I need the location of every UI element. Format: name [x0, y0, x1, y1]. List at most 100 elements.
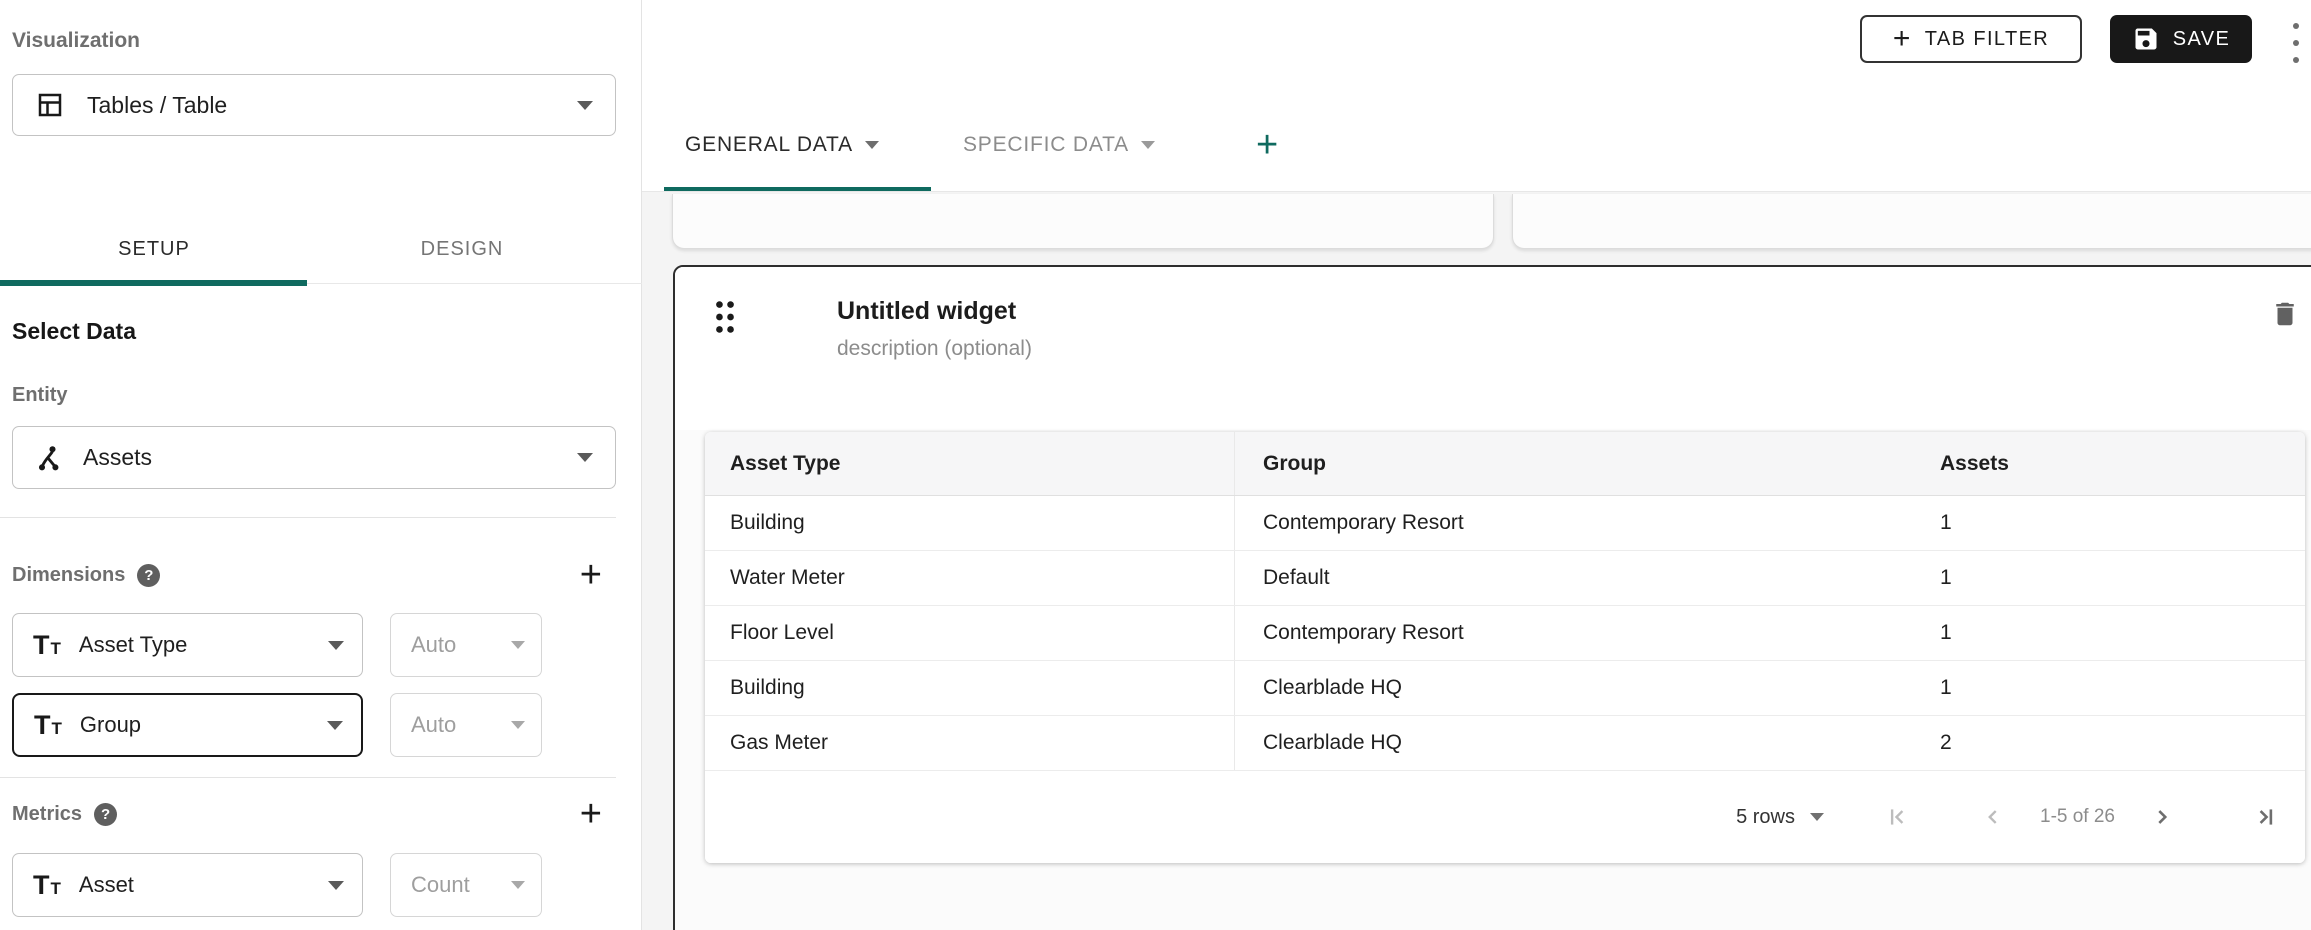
dimension-field-value: Group	[80, 712, 141, 738]
table-header-row: Asset Type Group Assets	[705, 432, 2305, 496]
tab-label: SPECIFIC DATA	[963, 133, 1129, 157]
metric-row: TT Asset Count	[12, 853, 616, 919]
chevron-down-icon	[1141, 141, 1155, 149]
entity-select[interactable]: Assets	[12, 426, 616, 489]
tab-filter-button[interactable]: + TAB FILTER	[1860, 15, 2082, 63]
table-cell: Gas Meter	[705, 716, 1235, 770]
widget-description-input[interactable]: description (optional)	[837, 337, 1032, 361]
dimension-field-value: Asset Type	[79, 632, 187, 658]
divider	[0, 777, 616, 778]
table-cell: Floor Level	[705, 606, 1235, 660]
last-page-button[interactable]	[2253, 804, 2279, 830]
table-cell: Clearblade HQ	[1235, 716, 1912, 770]
entity-label: Entity	[12, 384, 68, 407]
metric-field-select[interactable]: TT Asset	[12, 853, 363, 917]
add-dimension-button[interactable]: +	[580, 561, 616, 589]
tab-general-data[interactable]: GENERAL DATA	[685, 133, 879, 157]
plus-icon: +	[1893, 29, 1912, 49]
save-button[interactable]: SAVE	[2110, 15, 2252, 63]
text-type-icon: TT	[34, 712, 62, 739]
table-cell: 1	[1912, 551, 2305, 605]
bucket-value: Auto	[411, 712, 456, 738]
dimension-field-select[interactable]: TT Group	[12, 693, 363, 757]
chevron-down-icon	[511, 721, 525, 729]
tab-filter-label: TAB FILTER	[1925, 28, 2049, 51]
entity-value: Assets	[83, 444, 152, 471]
sidebar-tabs: SETUP DESIGN	[0, 214, 642, 284]
assets-graph-icon	[35, 444, 63, 472]
dimensions-label: Dimensions	[12, 564, 125, 587]
table-row: Building Clearblade HQ 1	[705, 661, 2305, 716]
column-header: Group	[1235, 432, 1912, 495]
metrics-label: Metrics	[12, 803, 82, 826]
widget-header: Untitled widget description (optional)	[675, 267, 2311, 430]
next-page-button[interactable]	[2149, 804, 2175, 830]
bucket-value: Auto	[411, 632, 456, 658]
dimension-bucket-select[interactable]: Auto	[390, 613, 542, 677]
widget-title-input[interactable]: Untitled widget	[837, 297, 1016, 326]
widget-card-edge	[672, 194, 1494, 249]
dimension-bucket-select[interactable]: Auto	[390, 693, 542, 757]
tab-design[interactable]: DESIGN	[308, 224, 616, 275]
table-cell: Building	[705, 496, 1235, 550]
active-tab-indicator	[0, 280, 307, 286]
table-row: Building Contemporary Resort 1	[705, 496, 2305, 551]
table-cell: Default	[1235, 551, 1912, 605]
chevron-down-icon	[1810, 813, 1824, 821]
previous-page-button[interactable]	[1980, 804, 2006, 830]
table-cell: Contemporary Resort	[1235, 606, 1912, 660]
add-tab-button[interactable]: +	[1256, 126, 1278, 164]
add-metric-button[interactable]: +	[580, 800, 616, 828]
more-options-button[interactable]	[2289, 23, 2303, 63]
chevron-down-icon	[865, 141, 879, 149]
table-row: Floor Level Contemporary Resort 1	[705, 606, 2305, 661]
select-data-heading: Select Data	[12, 318, 136, 345]
tab-label: GENERAL DATA	[685, 133, 853, 157]
save-icon	[2132, 25, 2160, 53]
table-cell: 1	[1912, 496, 2305, 550]
chevron-down-icon	[511, 641, 525, 649]
save-label: SAVE	[2173, 28, 2230, 51]
aggregation-value: Count	[411, 872, 470, 898]
pagination-range: 1-5 of 26	[2040, 806, 2115, 828]
delete-widget-icon[interactable]	[2270, 299, 2300, 329]
table-cell: Contemporary Resort	[1235, 496, 1912, 550]
drag-handle-icon[interactable]	[712, 299, 738, 335]
help-icon[interactable]: ?	[94, 803, 117, 826]
table-cell: Building	[705, 661, 1235, 715]
first-page-button[interactable]	[1884, 804, 1910, 830]
chevron-down-icon	[577, 453, 593, 462]
column-header: Assets	[1912, 432, 2305, 495]
chevron-down-icon	[328, 881, 344, 890]
widget-card: Untitled widget description (optional) A…	[673, 265, 2311, 930]
dimension-row: TT Group Auto	[12, 693, 616, 759]
table-cell: Clearblade HQ	[1235, 661, 1912, 715]
visualization-value: Tables / Table	[87, 92, 227, 119]
table-cell: Water Meter	[705, 551, 1235, 605]
metric-field-value: Asset	[79, 872, 134, 898]
widget-table: Asset Type Group Assets Building Contemp…	[705, 432, 2305, 863]
table-cell: 2	[1912, 716, 2305, 770]
rows-per-page-value: 5 rows	[1736, 806, 1795, 829]
visualization-label: Visualization	[12, 29, 140, 53]
widget-card-edge	[1512, 194, 2311, 249]
table-row: Water Meter Default 1	[705, 551, 2305, 606]
dimension-row: TT Asset Type Auto	[12, 613, 616, 679]
table-cell: 1	[1912, 606, 2305, 660]
chevron-down-icon	[327, 721, 343, 730]
tab-specific-data[interactable]: SPECIFIC DATA	[963, 133, 1155, 157]
text-type-icon: TT	[33, 632, 61, 659]
help-icon[interactable]: ?	[137, 564, 160, 587]
dimensions-header: Dimensions ? +	[12, 560, 616, 590]
chevron-down-icon	[577, 101, 593, 110]
chevron-down-icon	[511, 881, 525, 889]
column-header: Asset Type	[705, 432, 1235, 495]
divider	[0, 517, 616, 518]
tab-setup[interactable]: SETUP	[0, 224, 308, 275]
chevron-down-icon	[328, 641, 344, 650]
metric-aggregation-select[interactable]: Count	[390, 853, 542, 917]
table-pagination: 5 rows 1-5 of 26	[705, 771, 2305, 863]
visualization-select[interactable]: Tables / Table	[12, 74, 616, 136]
dimension-field-select[interactable]: TT Asset Type	[12, 613, 363, 677]
rows-per-page-select[interactable]: 5 rows	[1736, 806, 1824, 829]
